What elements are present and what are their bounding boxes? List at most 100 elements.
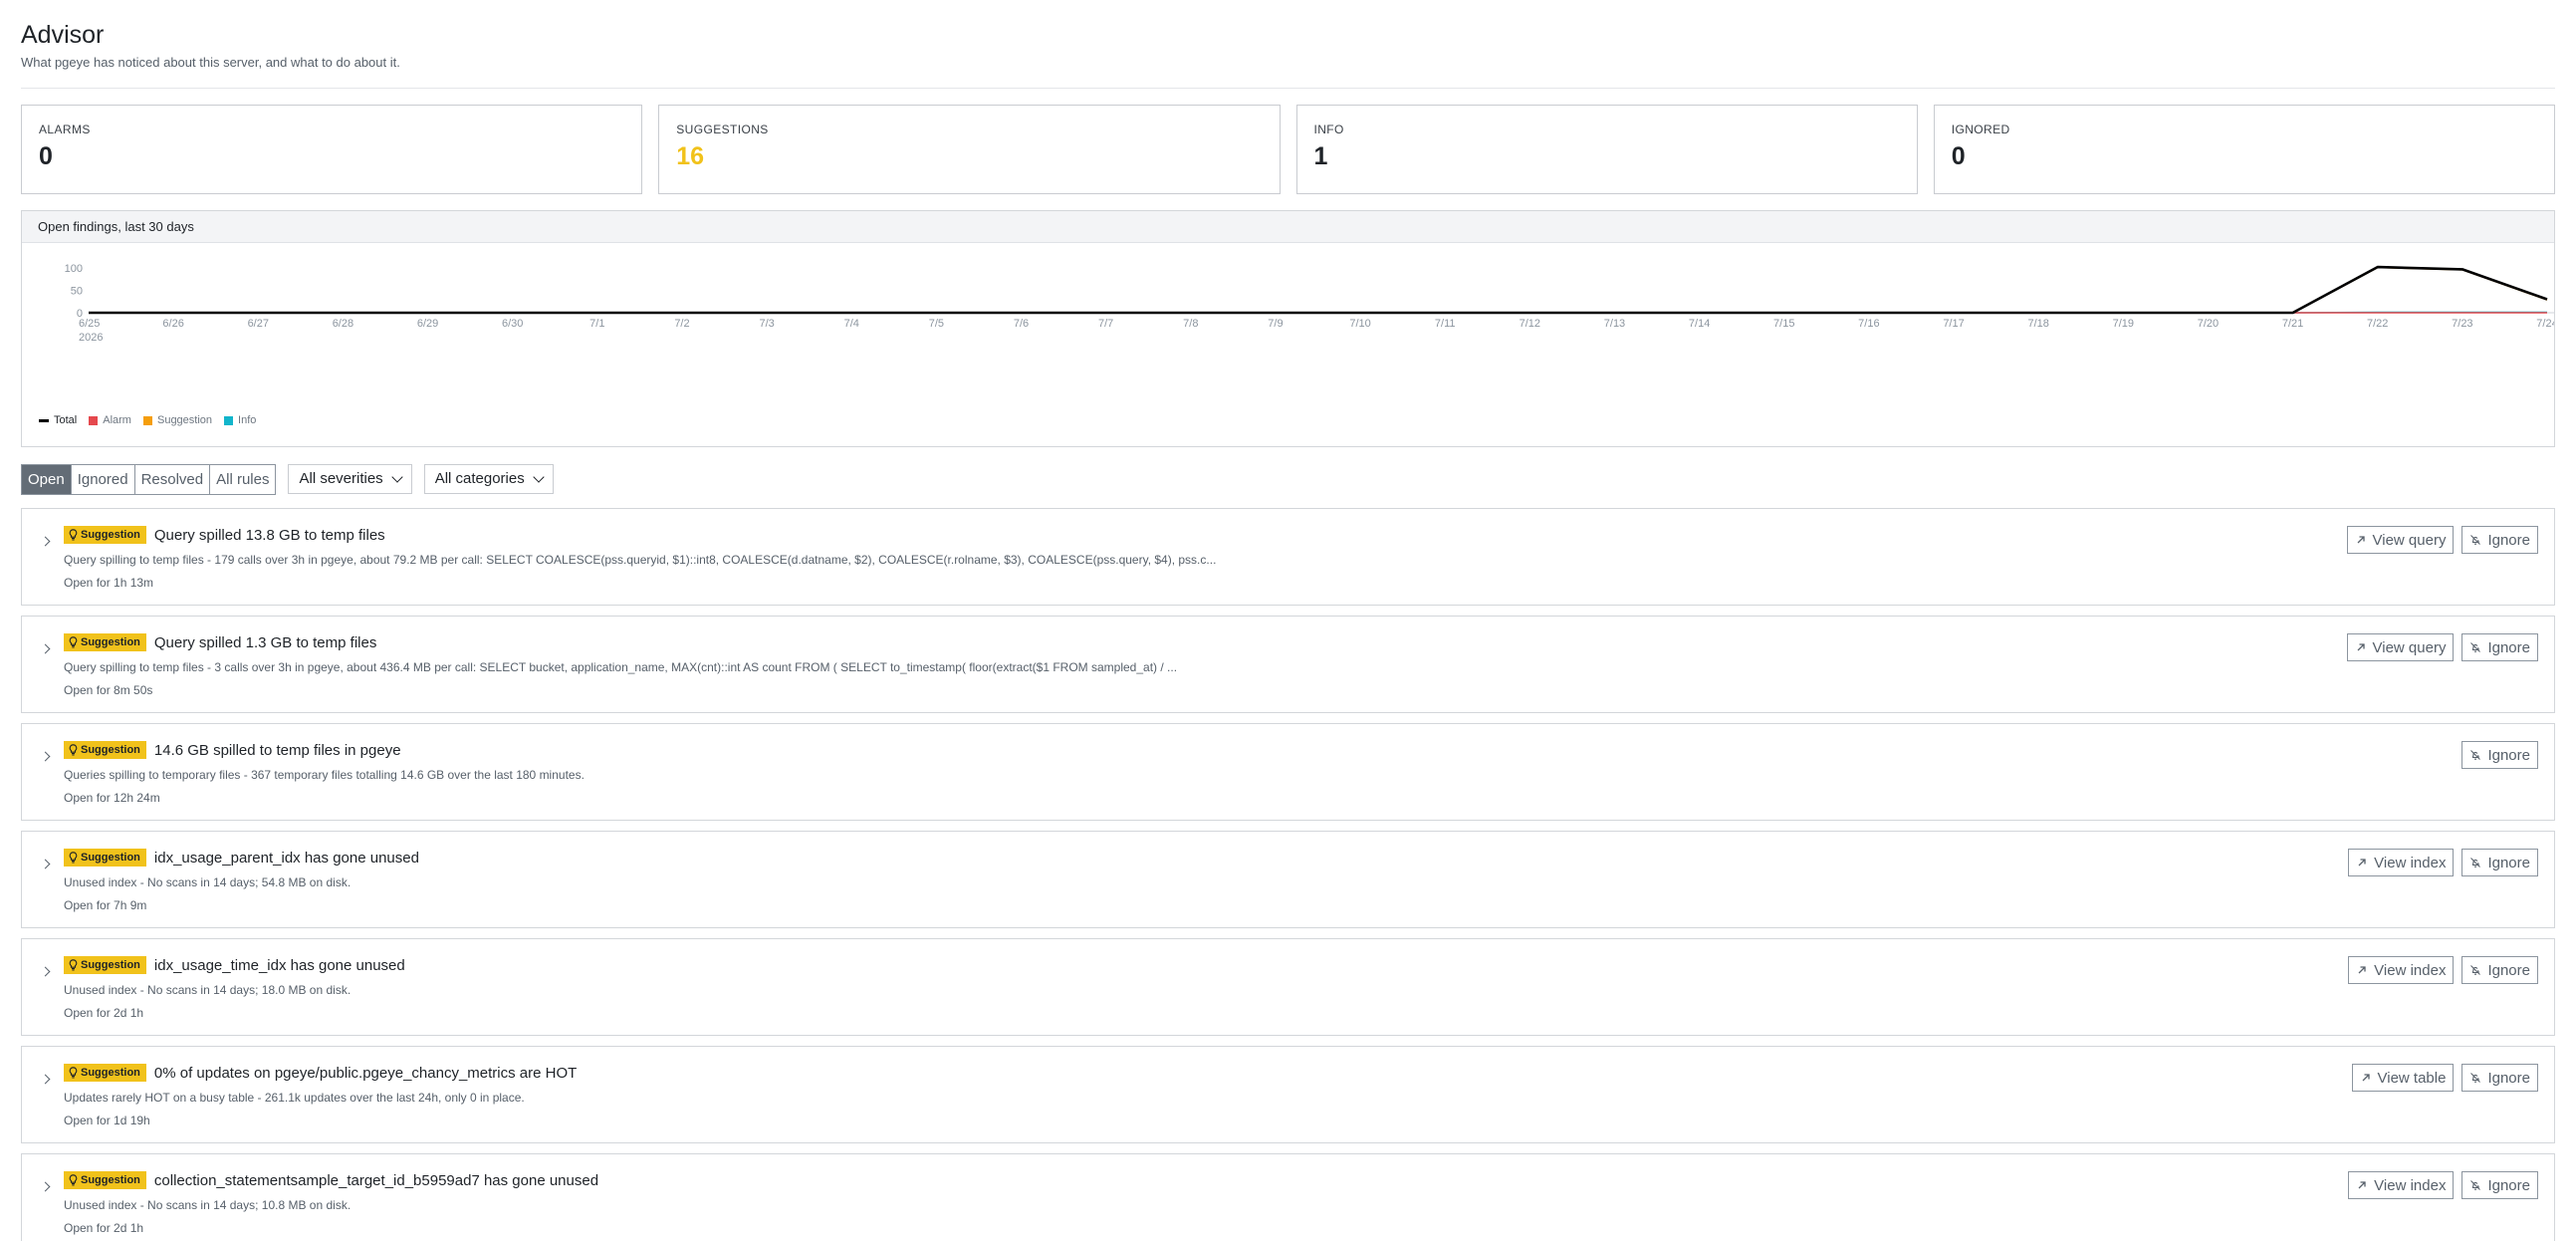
view-button[interactable]: View query — [2346, 526, 2455, 554]
legend-item-alarm[interactable]: Alarm — [89, 414, 131, 426]
finding-title-row: Suggestion collection_statementsample_ta… — [64, 1170, 2554, 1190]
severity-badge-label: Suggestion — [81, 959, 140, 971]
severity-badge-label: Suggestion — [81, 852, 140, 864]
category-select[interactable]: All categories — [423, 464, 554, 494]
view-button[interactable]: View query — [2346, 633, 2455, 661]
finding-actions: View query Ignore — [2346, 633, 2538, 661]
x-tick-label: 7/1 — [589, 318, 604, 330]
view-button-label: View table — [2377, 1069, 2447, 1087]
tab-resolved[interactable]: Resolved — [134, 464, 211, 494]
finding-age: Open for 1d 19h — [64, 1114, 150, 1127]
view-button[interactable]: View index — [2348, 849, 2455, 876]
bell-off-icon — [2470, 750, 2481, 760]
x-tick-label: 7/12 — [1520, 318, 1540, 330]
stat-label: INFO — [1313, 123, 1344, 136]
finding-actions: View query Ignore — [2346, 526, 2538, 554]
stat-card-info: INFO 1 — [1295, 105, 1918, 194]
category-select-value: All categories — [434, 470, 525, 487]
arrow-up-right-icon — [2357, 643, 2365, 651]
legend-item-info[interactable]: Info — [224, 414, 256, 426]
severity-badge: Suggestion — [64, 741, 146, 759]
chevron-right-icon[interactable] — [40, 859, 51, 869]
severity-badge-label: Suggestion — [81, 1174, 140, 1186]
ignore-button[interactable]: Ignore — [2461, 849, 2538, 876]
chart-title: Open findings, last 30 days — [22, 211, 2554, 243]
chevron-right-icon[interactable] — [40, 966, 51, 977]
severity-badge-label: Suggestion — [81, 744, 140, 756]
lightbulb-icon — [69, 744, 78, 756]
x-tick-label: 7/18 — [2027, 318, 2048, 330]
square-swatch-icon — [142, 415, 152, 425]
finding-actions: Ignore — [2461, 741, 2538, 769]
view-button[interactable]: View table — [2351, 1064, 2455, 1092]
chart-body: 0 50 100 6/25 6/26 6/27 6/28 6/29 6/30 7/1 7/2 7/3 7… — [22, 243, 2554, 446]
x-tick-label: 7/23 — [2452, 318, 2472, 330]
finding-title-row: Suggestion idx_usage_parent_idx has gone… — [64, 848, 2554, 868]
lightbulb-icon — [69, 1067, 78, 1079]
stat-label: ALARMS — [39, 123, 91, 136]
legend-label: Suggestion — [156, 414, 213, 426]
chevron-down-icon — [533, 471, 545, 483]
view-button-label: View index — [2374, 961, 2447, 979]
legend-label: Info — [238, 414, 257, 426]
ignore-button[interactable]: Ignore — [2461, 633, 2538, 661]
stat-value: 0 — [39, 142, 53, 170]
finding-age: Open for 2d 1h — [64, 1006, 144, 1020]
severity-select[interactable]: All severities — [288, 464, 412, 494]
ignore-button[interactable]: Ignore — [2461, 741, 2538, 769]
legend-item-suggestion[interactable]: Suggestion — [142, 414, 213, 426]
x-tick-label: 7/5 — [929, 318, 944, 330]
chevron-right-icon[interactable] — [40, 536, 51, 547]
view-button-label: View query — [2372, 638, 2447, 656]
arrow-up-right-icon — [2358, 859, 2366, 867]
finding-age: Open for 12h 24m — [64, 791, 160, 805]
finding-title-row: Suggestion Query spilled 1.3 GB to temp … — [64, 632, 2554, 652]
severity-select-value: All severities — [299, 470, 383, 487]
legend-label: Alarm — [103, 414, 131, 426]
legend-item-total[interactable]: Total — [39, 414, 77, 426]
chevron-right-icon[interactable] — [40, 751, 51, 762]
chevron-right-icon[interactable] — [40, 1074, 51, 1085]
finding-title: 14.6 GB spilled to temp files in pgeye — [153, 741, 401, 759]
ignore-button[interactable]: Ignore — [2461, 1171, 2538, 1199]
chevron-right-icon[interactable] — [40, 1181, 51, 1192]
ignore-button[interactable]: Ignore — [2461, 956, 2538, 984]
finding-actions: View index Ignore — [2348, 956, 2538, 984]
tab-all-rules[interactable]: All rules — [210, 464, 276, 494]
view-button[interactable]: View index — [2348, 1171, 2455, 1199]
view-button-label: View index — [2374, 854, 2447, 871]
open-findings-chart-panel: Open findings, last 30 days 0 50 100 6/25 6/… — [21, 210, 2555, 447]
finding-title: collection_statementsample_target_id_b59… — [153, 1171, 599, 1189]
severity-badge: Suggestion — [64, 1064, 146, 1082]
severity-badge: Suggestion — [64, 956, 146, 974]
arrow-up-right-icon — [2358, 1181, 2366, 1189]
tab-ignored[interactable]: Ignored — [71, 464, 135, 494]
findings-filters: Open Ignored Resolved All rules All seve… — [21, 463, 2555, 495]
status-segmented-control: Open Ignored Resolved All rules — [21, 463, 277, 495]
stat-label: SUGGESTIONS — [676, 123, 769, 136]
stat-card-suggestions: SUGGESTIONS 16 — [658, 105, 1281, 194]
finding-actions: View table Ignore — [2351, 1064, 2538, 1092]
bell-off-icon — [2470, 535, 2481, 545]
x-tick-label: 7/8 — [1183, 318, 1198, 330]
tab-open[interactable]: Open — [22, 464, 72, 494]
lightbulb-icon — [69, 959, 78, 971]
finding-card: Suggestion Query spilled 1.3 GB to temp … — [21, 616, 2555, 713]
severity-badge-label: Suggestion — [81, 529, 140, 541]
ignore-button-label: Ignore — [2487, 961, 2530, 979]
x-tick-label: 7/3 — [759, 318, 774, 330]
ignore-button-label: Ignore — [2487, 531, 2530, 549]
finding-description: Query spilling to temp files - 3 calls o… — [64, 660, 1178, 674]
stat-value: 1 — [1313, 142, 1328, 170]
chevron-down-icon — [391, 471, 403, 483]
stat-value: 0 — [1951, 142, 1966, 170]
view-button[interactable]: View index — [2348, 956, 2455, 984]
stat-card-alarms: ALARMS 0 — [21, 105, 643, 194]
chevron-right-icon[interactable] — [40, 643, 51, 654]
ignore-button[interactable]: Ignore — [2461, 526, 2538, 554]
ignore-button[interactable]: Ignore — [2461, 1064, 2538, 1092]
series-line-suggestion — [89, 266, 2548, 314]
x-tick-label: 7/11 — [1435, 318, 1456, 330]
finding-card: Suggestion idx_usage_parent_idx has gone… — [21, 831, 2555, 928]
finding-title: 0% of updates on pgeye/public.pgeye_chan… — [153, 1064, 578, 1082]
